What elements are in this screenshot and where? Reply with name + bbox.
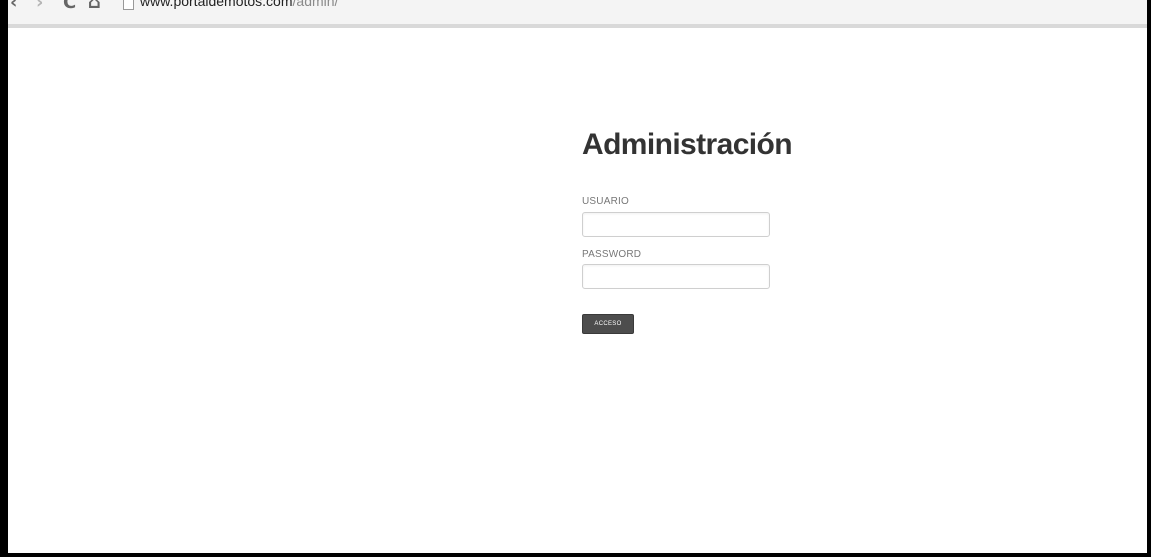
reload-icon[interactable]: C: [63, 0, 76, 12]
login-submit-button[interactable]: ACCESO: [582, 314, 634, 334]
forward-arrow-icon[interactable]: ›: [36, 0, 43, 12]
address-bar[interactable]: www.portaldemotos.com/admin/: [140, 0, 338, 9]
username-label: USUARIO: [582, 196, 629, 207]
url-host: www.portaldemotos.com: [140, 0, 293, 9]
page-icon: [123, 0, 134, 10]
login-form: Administración USUARIO PASSWORD ACCESO: [582, 125, 882, 334]
browser-window: ‹ › C ⌂ www.portaldemotos.com/admin/ Adm…: [8, 0, 1147, 553]
password-label: PASSWORD: [582, 249, 642, 260]
page-title: Administración: [582, 128, 793, 161]
username-input[interactable]: [582, 212, 770, 237]
url-path: /admin/: [292, 0, 339, 9]
password-input[interactable]: [582, 264, 770, 289]
back-arrow-icon[interactable]: ‹: [10, 0, 17, 12]
home-icon[interactable]: ⌂: [88, 0, 101, 12]
browser-toolbar: ‹ › C ⌂ www.portaldemotos.com/admin/: [8, 0, 1147, 28]
